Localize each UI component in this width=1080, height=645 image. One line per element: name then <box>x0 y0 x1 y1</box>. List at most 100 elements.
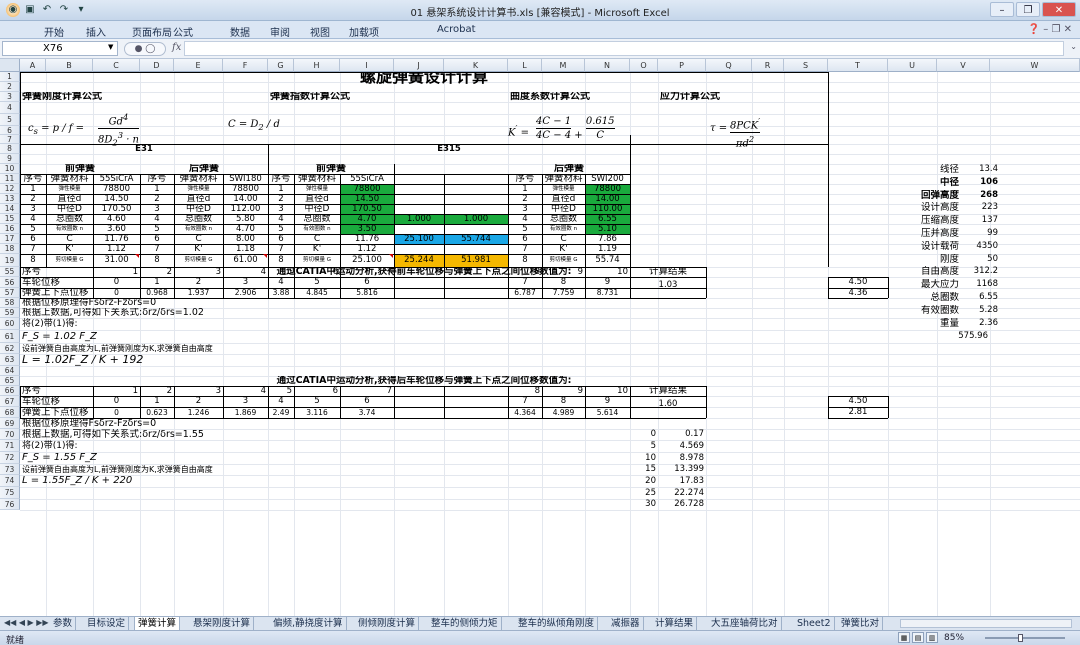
close-icon[interactable]: ✕ <box>1042 2 1076 17</box>
sheet-tab[interactable]: 偏频,静挠度计算 <box>270 617 347 630</box>
column-header[interactable]: E <box>174 59 223 72</box>
column-header[interactable]: F <box>223 59 268 72</box>
row-header[interactable]: 11 <box>0 174 20 184</box>
zoom-level[interactable]: 85% <box>944 633 964 643</box>
column-header[interactable]: H <box>294 59 340 72</box>
sheet-tab[interactable]: 目标设定 <box>84 617 130 630</box>
row-header[interactable]: 60 <box>0 318 20 330</box>
row-header[interactable]: 66 <box>0 386 20 396</box>
sheet-tab[interactable]: 整车的纵倾角刚度 <box>515 617 599 630</box>
worksheet-grid[interactable]: A B C D E F G H I J K L M N O P Q R S T U V W 1 2 3 4 5 6 7 8 9 10 11 12 13… <box>0 59 1080 616</box>
tab-view[interactable]: 视图 <box>310 24 330 39</box>
sheet-nav-arrows-icon[interactable]: ◀◀ ◀ ▶ ▶▶ <box>4 618 49 627</box>
row-header[interactable]: 16 <box>0 224 20 234</box>
sheet-tab[interactable]: 弹簧比对 <box>838 617 884 630</box>
formula-controls[interactable]: ● ◯ <box>124 42 166 56</box>
row-header[interactable]: 74 <box>0 475 20 487</box>
row-header[interactable]: 73 <box>0 464 20 475</box>
row-header[interactable]: 4 <box>0 102 20 114</box>
column-header[interactable]: T <box>828 59 888 72</box>
column-header[interactable]: A <box>20 59 46 72</box>
sheet-tab[interactable]: 弹簧计算 <box>134 617 181 630</box>
column-header[interactable]: O <box>630 59 658 72</box>
row-header[interactable]: 56 <box>0 277 20 288</box>
row-header[interactable]: 75 <box>0 487 20 499</box>
column-header[interactable]: I <box>340 59 394 72</box>
horizontal-scrollbar[interactable] <box>900 619 1072 628</box>
insert-function-icon[interactable]: fx <box>172 42 181 53</box>
row-header[interactable]: 61 <box>0 330 20 343</box>
restore-icon[interactable]: ❐ <box>1016 2 1040 17</box>
row-header[interactable]: 17 <box>0 234 20 244</box>
row-header[interactable]: 7 <box>0 135 20 144</box>
row-header[interactable]: 3 <box>0 92 20 102</box>
tab-data[interactable]: 数据 <box>230 24 250 39</box>
name-box-dropdown-icon[interactable]: ▼ <box>108 43 113 51</box>
tab-page-layout[interactable]: 页面布局 <box>132 24 172 39</box>
sheet-tab[interactable]: 大五座轴荷比对 <box>708 617 782 630</box>
row-header[interactable]: 12 <box>0 184 20 194</box>
formula-input[interactable] <box>184 41 1064 56</box>
normal-view-icon[interactable]: ▦ <box>898 632 910 643</box>
column-header[interactable]: P <box>658 59 706 72</box>
sheet-tab[interactable]: 计算结果 <box>652 617 698 630</box>
sheet-tab[interactable]: 参数 <box>50 617 77 630</box>
tab-acrobat[interactable]: Acrobat <box>437 24 476 35</box>
expand-formula-bar-icon[interactable]: ⌄ <box>1070 42 1077 51</box>
row-header[interactable]: 65 <box>0 376 20 386</box>
row-header[interactable]: 76 <box>0 499 20 510</box>
column-header[interactable]: G <box>268 59 294 72</box>
column-header[interactable]: J <box>394 59 444 72</box>
row-header[interactable]: 13 <box>0 194 20 204</box>
row-header[interactable]: 2 <box>0 82 20 92</box>
name-box[interactable]: X76 <box>2 41 118 56</box>
tab-insert[interactable]: 插入 <box>86 24 106 39</box>
zoom-slider-knob[interactable] <box>1018 634 1023 642</box>
sheet-tab[interactable]: 整车的侧倾力矩 <box>428 617 502 630</box>
column-header[interactable]: Q <box>706 59 752 72</box>
row-header[interactable]: 8 <box>0 144 20 154</box>
tab-formulas[interactable]: 公式 <box>173 24 193 39</box>
column-header[interactable]: R <box>752 59 784 72</box>
sheet-tab[interactable]: 侧倾刚度计算 <box>355 617 420 630</box>
row-header[interactable]: 1 <box>0 72 20 82</box>
column-header[interactable]: V <box>937 59 990 72</box>
tab-addins[interactable]: 加载项 <box>349 24 379 39</box>
row-header[interactable]: 15 <box>0 214 20 224</box>
row-header[interactable]: 62 <box>0 343 20 354</box>
page-layout-view-icon[interactable]: ▤ <box>912 632 924 643</box>
row-header[interactable]: 55 <box>0 267 20 277</box>
row-header[interactable]: 5 <box>0 114 20 126</box>
row-header[interactable]: 57 <box>0 288 20 298</box>
row-header[interactable]: 19 <box>0 254 20 267</box>
help-icon[interactable]: ❓ – ❐ ✕ <box>1028 24 1072 35</box>
row-header[interactable]: 68 <box>0 407 20 418</box>
row-header[interactable]: 64 <box>0 366 20 376</box>
column-header[interactable]: U <box>888 59 937 72</box>
row-header[interactable]: 18 <box>0 244 20 254</box>
column-header[interactable]: S <box>784 59 828 72</box>
row-header[interactable]: 72 <box>0 452 20 464</box>
select-all-corner[interactable] <box>0 59 20 72</box>
minimize-icon[interactable]: – <box>990 2 1014 17</box>
row-header[interactable]: 67 <box>0 396 20 407</box>
column-header[interactable]: W <box>990 59 1080 72</box>
row-header[interactable]: 71 <box>0 440 20 452</box>
tab-review[interactable]: 审阅 <box>270 24 290 39</box>
column-header[interactable]: N <box>585 59 630 72</box>
column-header[interactable]: C <box>93 59 140 72</box>
column-header[interactable]: M <box>542 59 585 72</box>
row-header[interactable]: 63 <box>0 354 20 366</box>
row-header[interactable]: 69 <box>0 418 20 429</box>
column-header[interactable]: B <box>46 59 93 72</box>
column-header[interactable]: K <box>444 59 508 72</box>
row-header[interactable]: 9 <box>0 154 20 164</box>
row-header[interactable]: 58 <box>0 298 20 308</box>
column-header[interactable]: D <box>140 59 174 72</box>
page-break-view-icon[interactable]: ▥ <box>926 632 938 643</box>
sheet-tab[interactable]: 悬架刚度计算 <box>190 617 255 630</box>
row-header[interactable]: 14 <box>0 204 20 214</box>
sheet-tab[interactable]: Sheet2 <box>794 617 835 630</box>
row-header[interactable]: 59 <box>0 308 20 318</box>
row-header[interactable]: 10 <box>0 164 20 174</box>
